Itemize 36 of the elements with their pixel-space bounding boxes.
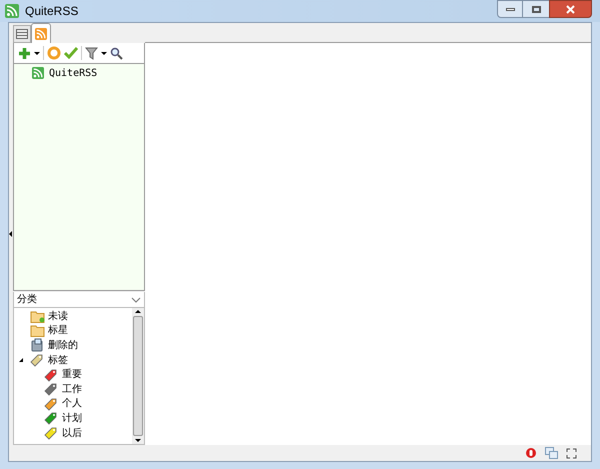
- tag-icon: [30, 353, 44, 368]
- checkmark-icon[interactable]: [64, 47, 78, 59]
- close-icon: [566, 4, 575, 14]
- minimize-button[interactable]: [497, 0, 523, 18]
- stop-icon[interactable]: [525, 447, 537, 459]
- expand-arrow-icon[interactable]: [19, 358, 23, 362]
- fullscreen-icon[interactable]: [566, 448, 577, 458]
- dropdown-caret-icon[interactable]: [101, 52, 107, 54]
- chevron-down-icon[interactable]: [131, 296, 141, 302]
- label-name[interactable]: 工作: [62, 382, 82, 397]
- feed-title[interactable]: QuiteRSS: [49, 66, 98, 80]
- folder-icon: [30, 324, 45, 338]
- window-title: QuiteRSS: [25, 3, 78, 20]
- tab[interactable]: [13, 25, 31, 43]
- filter-icon[interactable]: [85, 46, 98, 60]
- categories-title: 分类: [17, 292, 37, 307]
- maximize-button[interactable]: [523, 0, 549, 18]
- category-label[interactable]: 标签: [48, 352, 68, 368]
- close-button[interactable]: [549, 0, 592, 18]
- label-name[interactable]: 以后: [62, 426, 82, 441]
- label-name[interactable]: 个人: [62, 396, 82, 412]
- rss-icon: [32, 67, 44, 79]
- label-name[interactable]: 重要: [62, 367, 82, 382]
- list-icon: [16, 29, 28, 39]
- category-label[interactable]: 标星: [48, 323, 68, 338]
- trash-icon: [30, 338, 44, 352]
- category-label[interactable]: 未读: [48, 308, 68, 324]
- scrollbar[interactable]: [132, 308, 144, 444]
- windows-icon[interactable]: [545, 447, 558, 459]
- search-icon[interactable]: [110, 46, 123, 60]
- app-logo-icon: [5, 4, 19, 18]
- tab[interactable]: [31, 23, 51, 43]
- label-name[interactable]: 计划: [62, 410, 82, 426]
- rss-icon: [35, 28, 47, 40]
- dropdown-caret-icon[interactable]: [34, 52, 40, 54]
- category-label[interactable]: 删除的: [48, 338, 78, 353]
